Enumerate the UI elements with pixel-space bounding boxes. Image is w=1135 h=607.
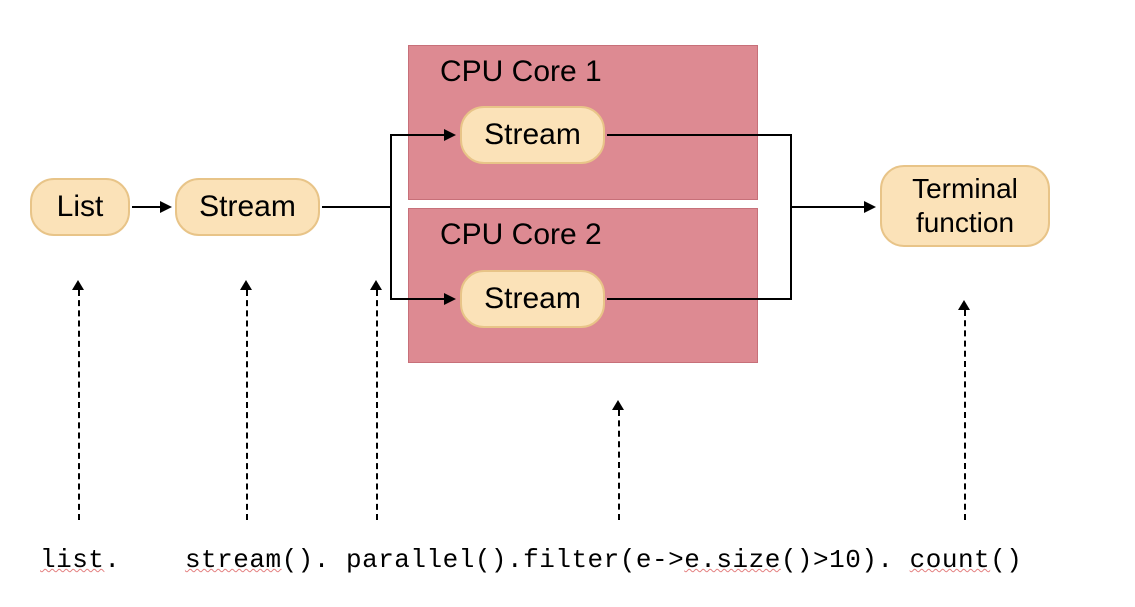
code-stream: stream [185,545,282,575]
stream-core1-node: Stream [460,106,605,164]
code-filter: filter [523,545,620,575]
code-paren4: ()>10). [781,545,910,575]
cpu-core-2-label: CPU Core 2 [440,218,602,252]
code-paren1: (). [282,545,346,575]
stream-node-label: Stream [199,189,296,225]
callout-parallel [376,290,378,520]
callout-count-head [958,300,970,310]
code-parallel: parallel [346,545,475,575]
code-dot1: . [104,545,136,575]
arrow-branch-top-head [444,129,456,141]
code-line: list. stream(). parallel().filter(e->e.s… [40,545,1120,575]
cpu-core-1-label: CPU Core 1 [440,55,602,89]
stream-core2-label: Stream [484,281,581,317]
callout-stream [246,290,248,520]
arrow-merge-head [864,201,876,213]
stream-core1-label: Stream [484,117,581,153]
code-count: count [910,545,991,575]
arrow-list-stream [132,206,162,208]
arrow-merge-vert [790,134,792,300]
callout-filter [618,410,620,520]
arrow-branch-bot [390,298,446,300]
code-paren2: (). [475,545,523,575]
callout-count [964,310,966,520]
list-node: List [30,178,130,236]
arrow-list-stream-head [160,201,172,213]
arrow-branch-top [390,134,446,136]
arrow-merge-out [790,206,866,208]
arrow-merge-bot [607,298,792,300]
terminal-node-label: Terminal function [882,172,1048,239]
code-esize: e.size [684,545,781,575]
callout-filter-head [612,400,624,410]
code-paren3: (e-> [620,545,684,575]
arrow-merge-top [607,134,792,136]
callout-parallel-head [370,280,382,290]
code-paren5: () [990,545,1022,575]
callout-list-head [72,280,84,290]
list-node-label: List [57,189,104,225]
code-list: list [40,545,104,575]
stream-node: Stream [175,178,320,236]
arrow-stream-out [322,206,392,208]
callout-stream-head [240,280,252,290]
arrow-split-vert [390,134,392,300]
arrow-branch-bot-head [444,293,456,305]
callout-list [78,290,80,520]
terminal-node: Terminal function [880,165,1050,247]
stream-core2-node: Stream [460,270,605,328]
